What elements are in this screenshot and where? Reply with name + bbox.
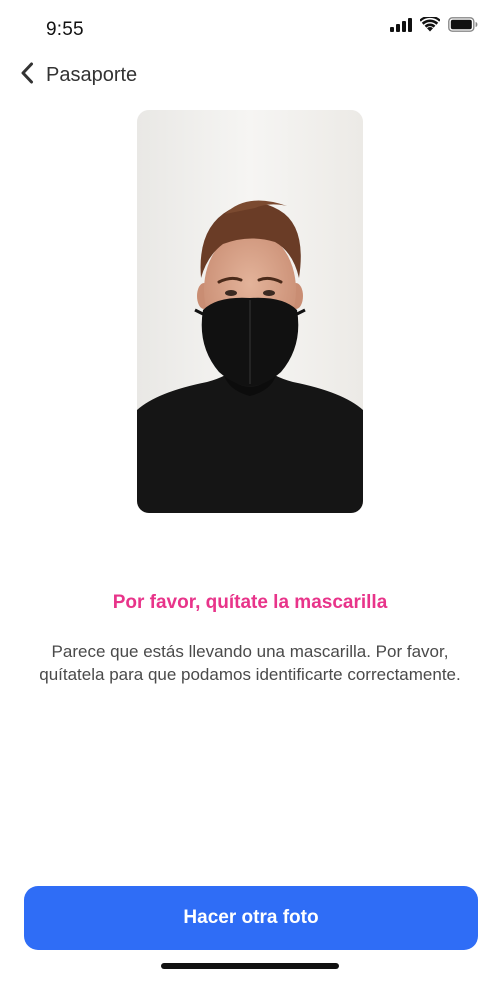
battery-icon — [448, 17, 478, 37]
signal-icon — [390, 17, 412, 37]
status-time: 9:55 — [46, 19, 84, 40]
nav-header: Pasaporte — [0, 56, 500, 96]
chevron-left-icon — [20, 62, 34, 89]
status-bar: 9:55 — [0, 0, 500, 56]
selfie-photo — [137, 110, 363, 513]
page-title: Pasaporte — [46, 63, 138, 86]
wifi-icon — [419, 15, 441, 37]
retake-photo-button[interactable]: Hacer otra foto — [24, 886, 478, 950]
status-icons — [390, 15, 478, 37]
screen: 9:55 Pasaporte Por favor, quítate la mas… — [0, 0, 500, 981]
warning-description: Parece que estás llevando una mascarilla… — [39, 642, 461, 684]
back-button[interactable]: Pasaporte — [20, 58, 137, 92]
home-indicator — [161, 963, 339, 969]
warning-title: Por favor, quítate la mascarilla — [112, 592, 388, 613]
